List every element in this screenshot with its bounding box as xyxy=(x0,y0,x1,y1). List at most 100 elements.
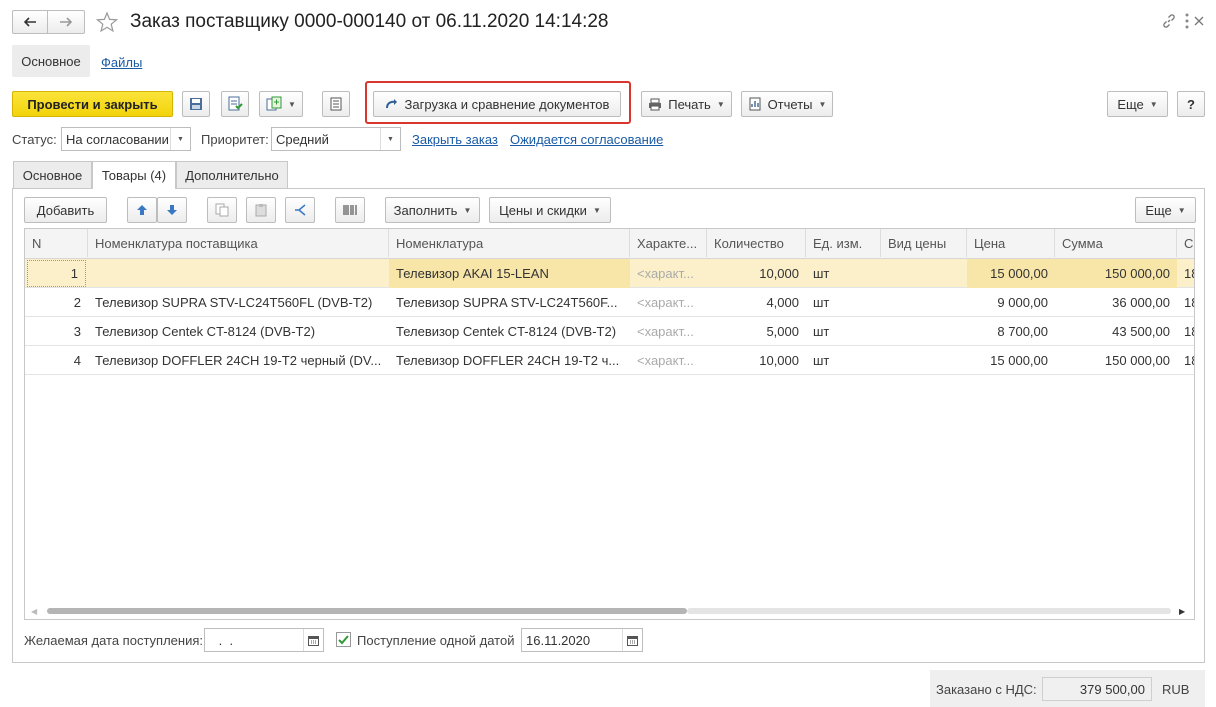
chevron-down-icon: ▼ xyxy=(1149,99,1158,109)
cell-extra: 18 xyxy=(1184,324,1194,339)
nav-tab-files[interactable]: Файлы xyxy=(101,55,142,70)
col-header-characteristic[interactable]: Характе... xyxy=(630,229,707,257)
close-order-link[interactable]: Закрыть заказ xyxy=(412,132,498,147)
priority-select[interactable]: Средний ▼ xyxy=(271,127,401,151)
horizontal-scrollbar[interactable]: ◀ ▶ xyxy=(25,603,1194,619)
col-header-unit[interactable]: Ед. изм. xyxy=(806,229,881,257)
post-button[interactable] xyxy=(221,91,249,117)
printer-icon xyxy=(648,98,662,111)
cell-item: Телевизор DOFFLER 24CH 19-T2 ч... xyxy=(396,353,620,368)
tab-additional[interactable]: Дополнительно xyxy=(176,161,288,188)
col-header-extra[interactable]: С xyxy=(1177,229,1194,257)
cell-supplier-item: Телевизор Centek CT-8124 (DVB-T2) xyxy=(95,324,316,339)
paste-icon xyxy=(254,203,268,217)
col-header-supplier-item[interactable]: Номенклатура поставщика xyxy=(88,229,389,257)
cell-price-type xyxy=(881,288,967,317)
awaiting-approval-link[interactable]: Ожидается согласование xyxy=(510,132,663,147)
calendar-icon[interactable] xyxy=(622,629,642,651)
cell-unit: шт xyxy=(813,295,830,310)
cell-item: Телевизор AKAI 15-LEAN xyxy=(389,259,630,288)
desired-date-field[interactable]: . . xyxy=(204,628,324,652)
scroll-left-icon[interactable]: ◀ xyxy=(31,607,37,616)
create-based-on-button[interactable]: ▼ xyxy=(259,91,303,117)
save-button[interactable] xyxy=(182,91,210,117)
cell-characteristic: <характ... xyxy=(637,353,694,368)
more-button[interactable]: Еще ▼ xyxy=(1107,91,1168,117)
copy-button[interactable] xyxy=(207,197,237,223)
more-vertical-icon[interactable] xyxy=(1184,11,1190,31)
link-icon[interactable] xyxy=(1161,13,1177,29)
chevron-down-icon: ▼ xyxy=(288,99,296,109)
col-header-price-type[interactable]: Вид цены xyxy=(881,229,967,257)
back-button[interactable] xyxy=(12,10,48,34)
single-date-field[interactable]: 16.11.2020 xyxy=(521,628,643,652)
cell-sum: 43 500,00 xyxy=(1112,324,1170,339)
tab-goods[interactable]: Товары (4) xyxy=(92,161,176,189)
arrow-left-icon xyxy=(23,16,37,28)
help-label: ? xyxy=(1187,96,1195,112)
scrollbar-thumb[interactable] xyxy=(47,608,687,614)
status-select[interactable]: На согласовании ▼ xyxy=(61,127,191,151)
single-date-checkbox[interactable] xyxy=(336,632,351,647)
single-date-label: Поступление одной датой xyxy=(357,633,515,648)
table-row[interactable]: 4 Телевизор DOFFLER 24CH 19-T2 черный (D… xyxy=(25,346,1194,375)
table-row[interactable]: 3 Телевизор Centek CT-8124 (DVB-T2) Теле… xyxy=(25,317,1194,346)
barcode-icon xyxy=(343,204,357,216)
chevron-down-icon[interactable]: ▼ xyxy=(380,128,400,150)
forward-button[interactable] xyxy=(47,10,85,34)
table-row[interactable]: 2 Телевизор SUPRA STV-LC24T560FL (DVB-T2… xyxy=(25,288,1194,317)
scroll-right-icon[interactable]: ▶ xyxy=(1179,607,1185,616)
reports-button[interactable]: Отчеты ▼ xyxy=(741,91,833,117)
star-icon[interactable] xyxy=(96,11,118,33)
chevron-down-icon: ▼ xyxy=(1177,205,1186,215)
chevron-down-icon[interactable]: ▼ xyxy=(170,128,190,150)
goods-table[interactable]: N Номенклатура поставщика Номенклатура Х… xyxy=(24,228,1195,620)
close-icon[interactable] xyxy=(1194,16,1204,26)
post-and-close-button[interactable]: Провести и закрыть xyxy=(12,91,173,117)
status-label: Статус: xyxy=(12,132,57,147)
scrollbar-track xyxy=(687,608,1171,614)
cell-extra: 18 xyxy=(1184,353,1194,368)
tab-additional-label: Дополнительно xyxy=(185,167,279,183)
move-down-button[interactable] xyxy=(157,197,187,223)
cell-sum: 150 000,00 xyxy=(1104,353,1170,368)
move-up-button[interactable] xyxy=(127,197,157,223)
table-row[interactable]: 1 Телевизор AKAI 15-LEAN <характ... 10,0… xyxy=(25,259,1194,288)
col-header-n[interactable]: N xyxy=(25,229,88,257)
cell-price: 9 000,00 xyxy=(997,295,1048,310)
add-row-button[interactable]: Добавить xyxy=(24,197,107,223)
chevron-down-icon: ▼ xyxy=(818,99,827,109)
cell-characteristic: <характ... xyxy=(637,324,694,339)
cell-quantity: 5,000 xyxy=(766,324,799,339)
print-button[interactable]: Печать ▼ xyxy=(641,91,732,117)
arrow-down-icon xyxy=(166,204,178,216)
chevron-down-icon: ▼ xyxy=(716,99,725,109)
arrow-right-icon xyxy=(59,16,73,28)
col-header-item[interactable]: Номенклатура xyxy=(389,229,630,257)
add-row-label: Добавить xyxy=(36,202,95,218)
calendar-icon[interactable] xyxy=(303,629,323,651)
prices-discounts-button[interactable]: Цены и скидки ▼ xyxy=(489,197,611,223)
load-compare-button[interactable]: Загрузка и сравнение документов xyxy=(373,91,621,117)
paste-button[interactable] xyxy=(246,197,276,223)
list-view-button[interactable] xyxy=(322,91,350,117)
cell-extra: 18 xyxy=(1184,295,1194,310)
split-button[interactable] xyxy=(285,197,315,223)
cell-sum: 150 000,00 xyxy=(1055,259,1177,288)
copy-icon xyxy=(215,203,229,217)
arrow-up-icon xyxy=(136,204,148,216)
col-header-price[interactable]: Цена xyxy=(967,229,1055,257)
tab-main[interactable]: Основное xyxy=(13,161,92,188)
nav-tab-main[interactable]: Основное xyxy=(12,45,90,77)
cell-supplier-item: Телевизор SUPRA STV-LC24T560FL (DVB-T2) xyxy=(95,295,373,310)
fill-button[interactable]: Заполнить ▼ xyxy=(385,197,480,223)
cell-characteristic: <характ... xyxy=(637,266,694,281)
tab-main-label: Основное xyxy=(22,167,83,183)
col-header-quantity[interactable]: Количество xyxy=(707,229,806,257)
barcode-button[interactable] xyxy=(335,197,365,223)
help-button[interactable]: ? xyxy=(1177,91,1205,117)
col-header-sum[interactable]: Сумма xyxy=(1055,229,1177,257)
table-more-button[interactable]: Еще ▼ xyxy=(1135,197,1196,223)
post-and-close-label: Провести и закрыть xyxy=(27,96,158,112)
chevron-down-icon: ▼ xyxy=(592,205,601,215)
